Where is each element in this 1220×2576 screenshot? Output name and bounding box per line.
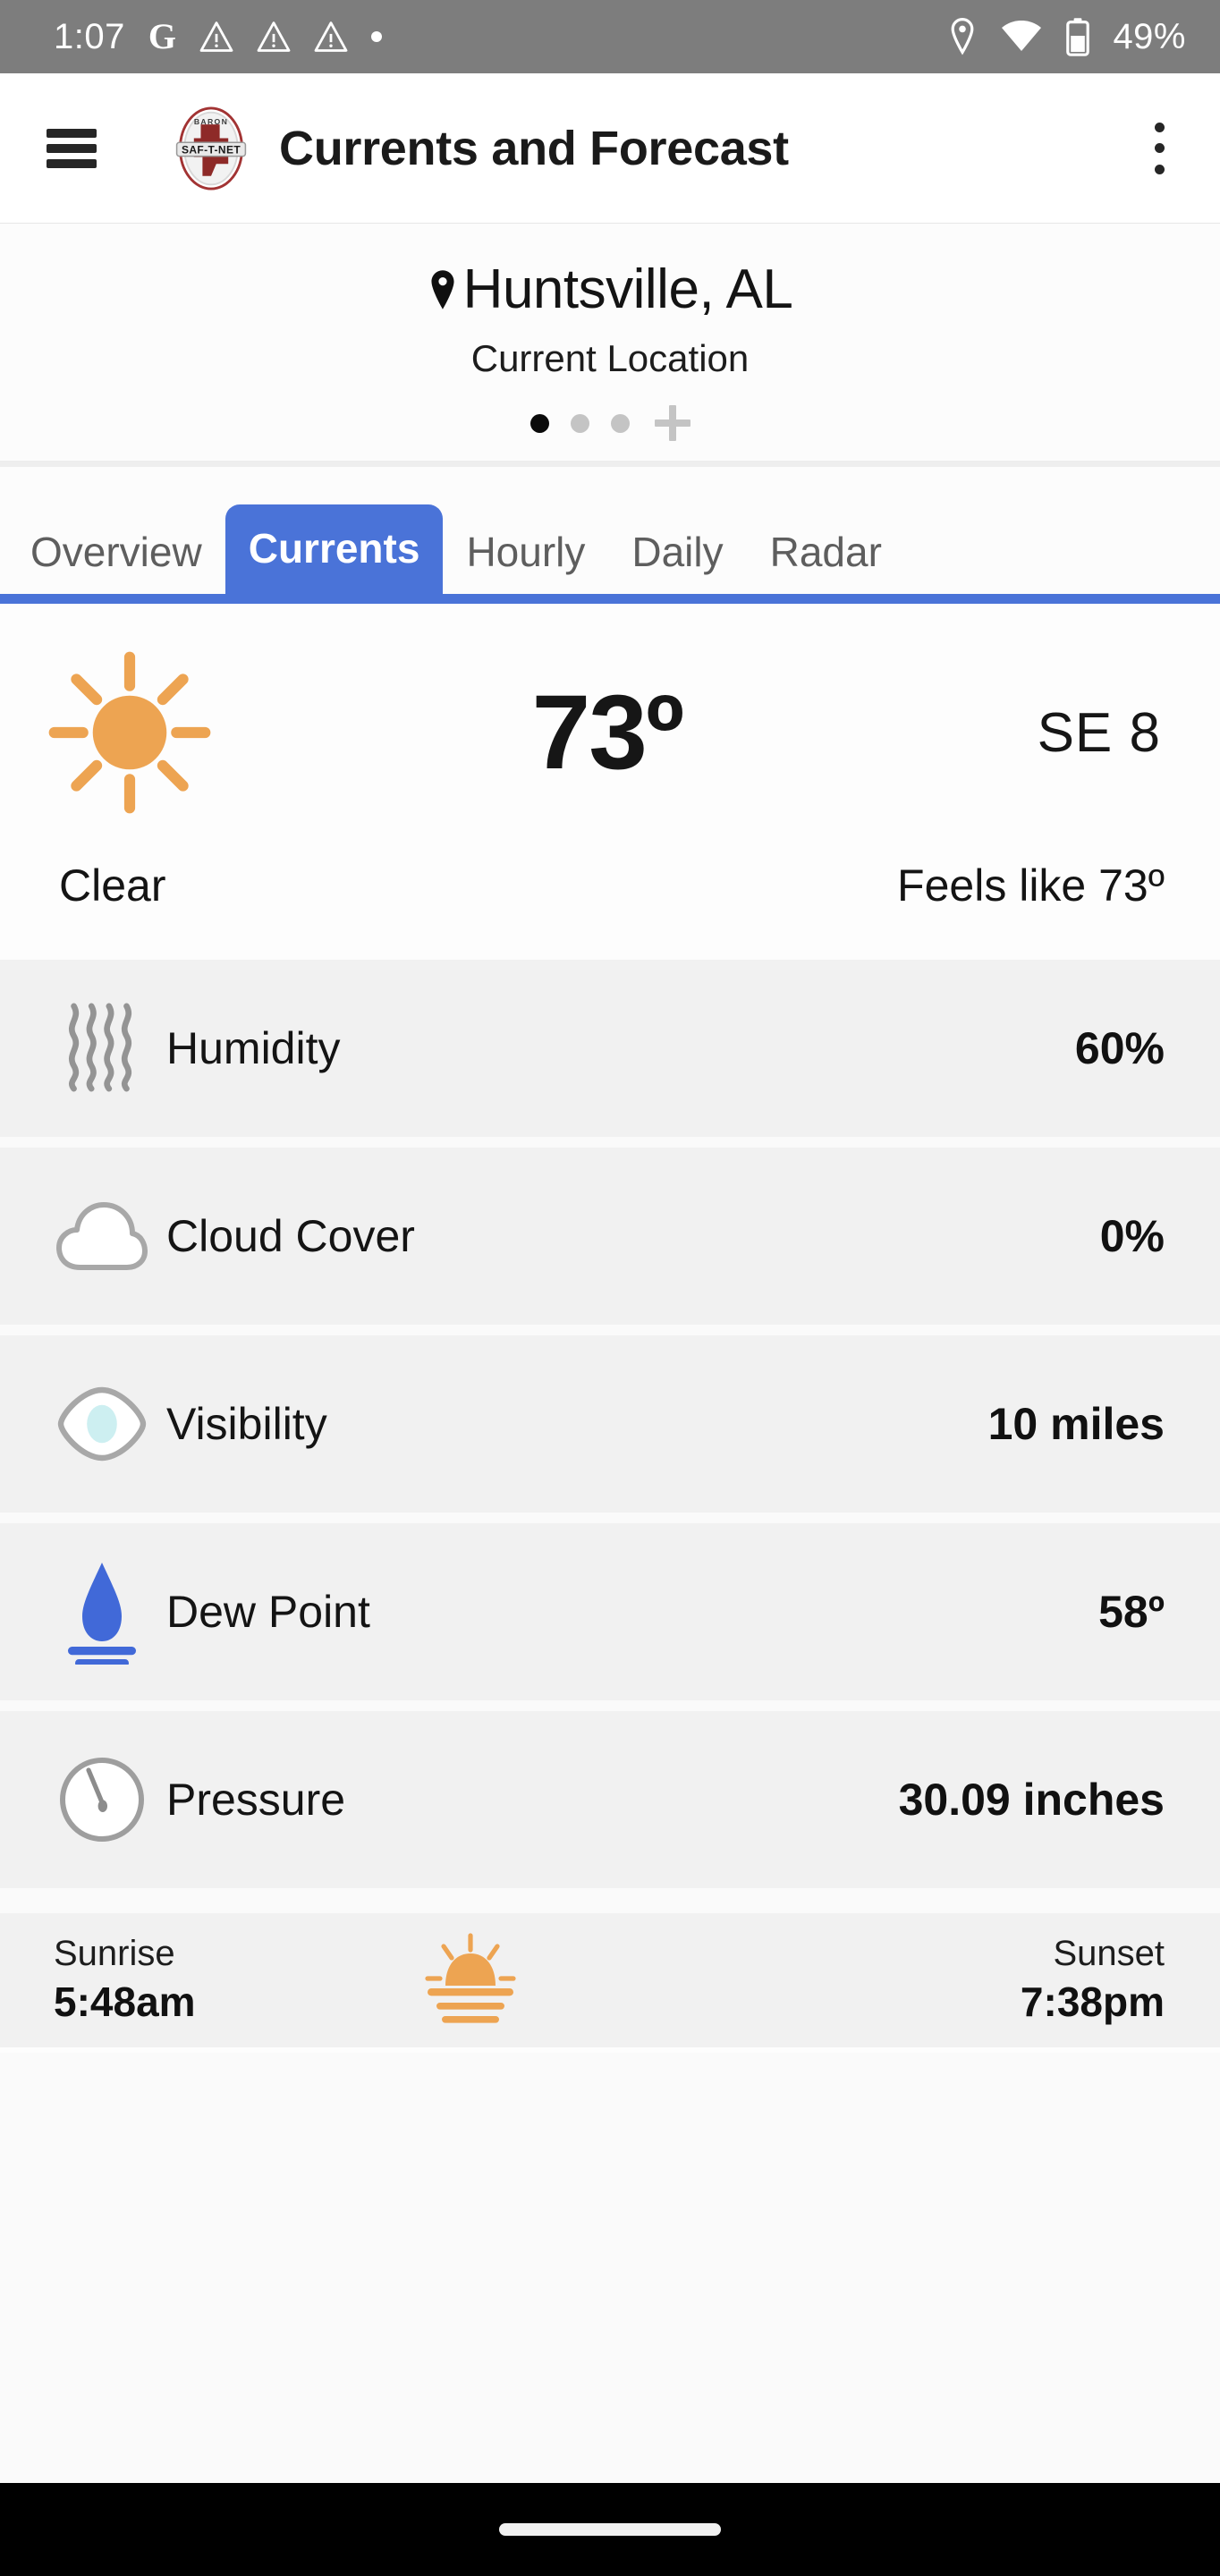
humidity-waves-icon xyxy=(54,999,150,1097)
tab-list: Overview Currents Hourly Daily Radar xyxy=(0,504,1220,594)
sunrise-block: Sunrise 5:48am xyxy=(54,1933,196,2027)
current-wind: SE 8 xyxy=(1037,701,1161,764)
map-pin-icon xyxy=(431,269,454,309)
cloud-icon xyxy=(54,1199,150,1273)
home-pill-indicator[interactable] xyxy=(499,2523,721,2536)
current-conditions: 73º SE 8 Clear Feels like 73º xyxy=(0,604,1220,960)
detail-value: 58º xyxy=(1098,1587,1165,1637)
sunrise-value: 5:48am xyxy=(54,1979,196,2026)
table-row[interactable]: Humidity 60% xyxy=(0,960,1220,1137)
sunrise-label: Sunrise xyxy=(54,1934,175,1974)
current-condition-label: Clear xyxy=(59,860,166,911)
sunrise-icon xyxy=(425,1933,516,2023)
tab-hourly[interactable]: Hourly xyxy=(443,512,608,594)
app-bar: BARON SAF-T-NET Currents and Forecast xyxy=(0,73,1220,224)
status-bar-left: 1:07 G xyxy=(54,17,382,57)
app-root: 1:07 G 49% BARON SAF-T-NET Currents and … xyxy=(0,0,1220,2576)
pager-dot-active[interactable] xyxy=(530,413,549,433)
tab-overview[interactable]: Overview xyxy=(7,512,225,594)
svg-text:BARON: BARON xyxy=(194,117,228,126)
tab-underline xyxy=(0,594,1220,604)
warning-triangle-icon xyxy=(199,21,233,52)
table-row[interactable]: Visibility 10 miles xyxy=(0,1335,1220,1513)
sunset-block: Sunset 7:38pm xyxy=(1021,1933,1165,2027)
status-bar-right: 49% xyxy=(948,17,1186,57)
wifi-icon xyxy=(1002,21,1042,51)
tab-radar[interactable]: Radar xyxy=(747,512,905,594)
location-subtitle: Current Location xyxy=(470,337,750,379)
dot-icon xyxy=(370,31,382,42)
tab-currents[interactable]: Currents xyxy=(225,504,444,594)
location-card[interactable]: Huntsville, AL Current Location xyxy=(0,224,1220,462)
tab-bar: Overview Currents Hourly Daily Radar xyxy=(0,462,1220,604)
detail-label: Visibility xyxy=(166,1399,327,1449)
google-icon: G xyxy=(148,16,176,56)
battery-percent-label: 49% xyxy=(1113,16,1186,56)
warning-triangle-icon xyxy=(257,21,291,52)
add-location-button[interactable] xyxy=(654,405,690,441)
warning-triangle-icon xyxy=(314,21,348,52)
detail-value: 10 miles xyxy=(987,1399,1165,1449)
battery-icon xyxy=(1066,18,1090,56)
detail-value: 30.09 inches xyxy=(898,1775,1165,1825)
location-line: Huntsville, AL xyxy=(428,258,793,321)
detail-label: Dew Point xyxy=(166,1587,370,1637)
detail-rows: Humidity 60% Cloud Cover 0% Visibility 1… xyxy=(0,960,1220,1899)
kebab-menu-icon[interactable] xyxy=(1134,117,1184,180)
barometer-gauge-icon xyxy=(54,1755,150,1844)
svg-text:SAF-T-NET: SAF-T-NET xyxy=(182,143,241,156)
detail-value: 0% xyxy=(1099,1211,1165,1261)
location-name: Huntsville, AL xyxy=(462,258,793,320)
current-temperature: 73º xyxy=(531,674,684,792)
location-pager xyxy=(530,405,690,441)
table-row[interactable]: Pressure 30.09 inches xyxy=(0,1711,1220,1888)
eye-visibility-icon xyxy=(54,1385,150,1463)
sunset-label: Sunset xyxy=(1053,1934,1165,1974)
current-conditions-main: 73º SE 8 xyxy=(0,625,1220,840)
table-row[interactable]: Dew Point 58º xyxy=(0,1523,1220,1700)
status-bar-clock: 1:07 xyxy=(54,16,125,56)
detail-label: Cloud Cover xyxy=(166,1211,415,1261)
sunrise-sunset-row: Sunrise 5:48am Sunset 7:38pm xyxy=(0,1913,1220,2047)
water-drop-icon xyxy=(54,1559,150,1665)
system-navigation-bar xyxy=(0,2483,1220,2576)
feels-like-label: Feels like 73º xyxy=(897,860,1165,911)
sunset-value: 7:38pm xyxy=(1020,1979,1165,2026)
tab-daily[interactable]: Daily xyxy=(608,512,746,594)
pager-dot[interactable] xyxy=(610,413,630,433)
hamburger-menu-icon[interactable] xyxy=(47,128,97,168)
location-pin-icon xyxy=(952,17,974,55)
status-bar: 1:07 G 49% xyxy=(0,0,1220,73)
table-row[interactable]: Cloud Cover 0% xyxy=(0,1148,1220,1325)
saf-t-net-logo: BARON SAF-T-NET xyxy=(175,106,247,191)
current-conditions-sub: Clear Feels like 73º xyxy=(0,840,1220,953)
pager-dot[interactable] xyxy=(570,413,589,433)
detail-value: 60% xyxy=(1074,1023,1165,1073)
content-filler xyxy=(0,2047,1220,2483)
page-title: Currents and Forecast xyxy=(279,121,789,175)
detail-label: Humidity xyxy=(166,1023,341,1073)
detail-label: Pressure xyxy=(166,1775,346,1825)
